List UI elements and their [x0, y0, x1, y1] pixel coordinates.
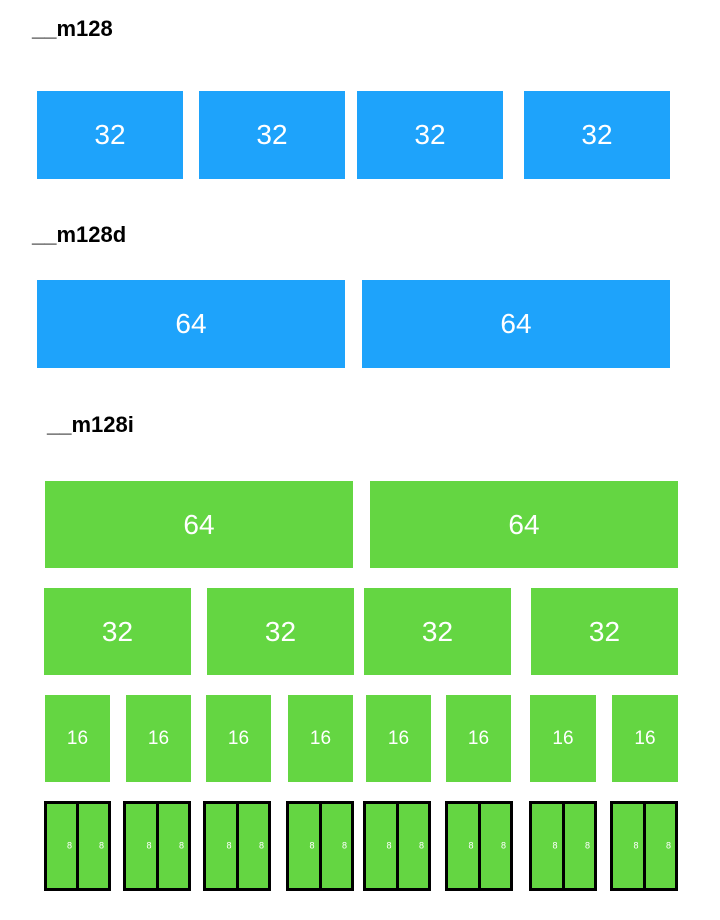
m128i-lane16-1: 16: [126, 695, 191, 782]
m128i-lane8-8: 8: [366, 804, 396, 888]
m128-title: __m128: [32, 16, 113, 41]
m128-lane-3: 32: [524, 91, 670, 179]
m128i-lane8-6: 8: [289, 804, 319, 888]
m128i-byte-pair-5: 8 8: [445, 801, 513, 891]
m128i-lane64-1: 64: [370, 481, 678, 568]
m128i-byte-pair-6: 8 8: [529, 801, 597, 891]
m128i-byte-pair-3: 8 8: [286, 801, 354, 891]
m128d-lane-1: 64: [362, 280, 670, 368]
m128i-lane16-0: 16: [45, 695, 110, 782]
m128i-byte-pair-4: 8 8: [363, 801, 431, 891]
m128d-lane-0: 64: [37, 280, 345, 368]
m128i-lane16-2: 16: [206, 695, 271, 782]
m128i-lane16-7: 16: [612, 695, 678, 782]
m128i-lane8-15: 8: [642, 804, 675, 888]
m128i-lane8-12: 8: [532, 804, 562, 888]
m128i-lane8-13: 8: [561, 804, 594, 888]
m128i-lane32-2: 32: [364, 588, 511, 675]
m128i-lane8-0: 8: [47, 804, 76, 888]
m128i-lane8-2: 8: [126, 804, 156, 888]
m128i-lane32-0: 32: [44, 588, 191, 675]
m128i-byte-pair-7: 8 8: [610, 801, 678, 891]
m128i-lane32-3: 32: [531, 588, 678, 675]
m128i-lane16-4: 16: [366, 695, 431, 782]
m128i-title: __m128i: [47, 412, 134, 437]
m128i-lane16-6: 16: [530, 695, 596, 782]
m128i-lane8-10: 8: [448, 804, 478, 888]
m128i-lane16-3: 16: [288, 695, 353, 782]
m128i-lane8-4: 8: [206, 804, 236, 888]
m128i-lane16-5: 16: [446, 695, 511, 782]
m128i-lane8-5: 8: [235, 804, 268, 888]
m128d-title: __m128d: [32, 222, 127, 247]
m128-lane-0: 32: [37, 91, 183, 179]
m128i-lane8-14: 8: [613, 804, 643, 888]
m128i-byte-pair-1: 8 8: [123, 801, 191, 891]
m128-lane-1: 32: [199, 91, 345, 179]
m128-lane-2: 32: [357, 91, 503, 179]
m128i-lane8-1: 8: [76, 804, 108, 888]
m128i-lane32-1: 32: [207, 588, 354, 675]
m128i-lane8-7: 8: [318, 804, 351, 888]
m128i-lane8-3: 8: [155, 804, 188, 888]
m128i-byte-pair-2: 8 8: [203, 801, 271, 891]
m128i-lane8-9: 8: [395, 804, 428, 888]
m128i-byte-pair-0: 8 8: [44, 801, 111, 891]
m128i-lane64-0: 64: [45, 481, 353, 568]
m128i-lane8-11: 8: [477, 804, 510, 888]
